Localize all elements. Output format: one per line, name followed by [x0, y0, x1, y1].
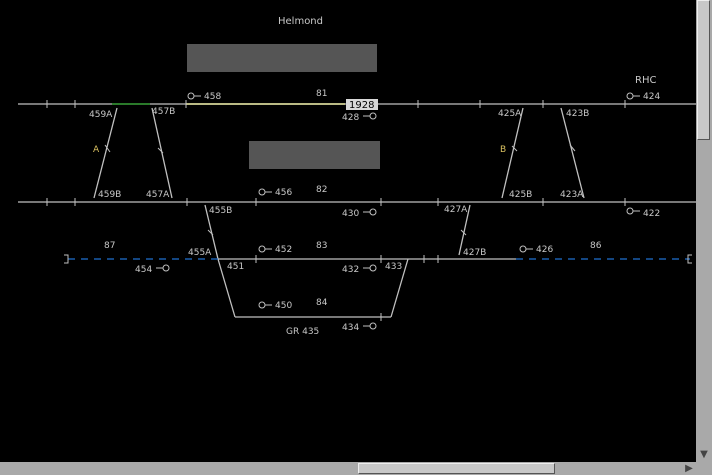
switch-457B[interactable]: 457B — [152, 107, 175, 117]
scroll-right-arrow-icon[interactable]: ▶ — [682, 462, 696, 475]
signal-426[interactable]: 426 — [536, 245, 553, 255]
track-diagram: Helmond RHC 1928 458 428 424 456 430 422… — [18, 16, 696, 337]
switch-427A[interactable]: 427A — [444, 205, 468, 215]
scroll-down-arrow-icon[interactable]: ▼ — [696, 448, 712, 462]
track-81: 81 — [316, 89, 327, 99]
signal-434[interactable]: 434 — [342, 323, 359, 333]
track-82: 82 — [316, 185, 327, 195]
signal-424[interactable]: 424 — [643, 92, 660, 102]
horizontal-scroll-thumb[interactable] — [358, 463, 555, 474]
info-panel-top — [187, 44, 377, 72]
signal-452[interactable]: 452 — [275, 245, 292, 255]
switch-455A[interactable]: 455A — [188, 248, 212, 258]
switch-459A[interactable]: 459A — [89, 110, 113, 120]
signal-454[interactable]: 454 — [135, 265, 152, 275]
signal-428[interactable]: 428 — [342, 113, 359, 123]
signal-456[interactable]: 456 — [275, 188, 292, 198]
section-ticks — [46, 100, 626, 321]
switch-427B[interactable]: 427B — [463, 248, 486, 258]
train-number: 1928 — [349, 100, 374, 111]
switch-425A[interactable]: 425A — [498, 109, 522, 119]
track-87: 87 — [104, 241, 115, 251]
group-label: GR 435 — [286, 327, 319, 337]
point-B[interactable]: B — [500, 145, 506, 155]
signal-422[interactable]: 422 — [643, 209, 660, 219]
track-83: 83 — [316, 241, 327, 251]
switch-459B[interactable]: 459B — [98, 190, 121, 200]
info-panel-middle — [249, 141, 380, 169]
track-86: 86 — [590, 241, 602, 251]
switch-425B[interactable]: 425B — [509, 190, 532, 200]
track-84: 84 — [316, 298, 328, 308]
switch-433[interactable]: 433 — [385, 262, 402, 272]
buffer-left — [64, 254, 69, 264]
signal-432[interactable]: 432 — [342, 265, 359, 275]
switch-455B[interactable]: 455B — [209, 206, 232, 216]
vertical-scroll-thumb[interactable] — [697, 0, 710, 140]
signal-450[interactable]: 450 — [275, 301, 292, 311]
switch-457A[interactable]: 457A — [146, 190, 170, 200]
point-A[interactable]: A — [93, 145, 100, 155]
switch-451[interactable]: 451 — [227, 262, 244, 272]
rhc-label: RHC — [635, 75, 656, 86]
switch-423A[interactable]: 423A — [560, 190, 584, 200]
horizontal-scrollbar[interactable]: ▶ — [0, 462, 712, 475]
vertical-scrollbar[interactable]: ▼ — [696, 0, 712, 462]
signal-458[interactable]: 458 — [204, 92, 221, 102]
station-title: Helmond — [278, 16, 323, 27]
switch-423B[interactable]: 423B — [566, 109, 589, 119]
signal-430[interactable]: 430 — [342, 209, 359, 219]
